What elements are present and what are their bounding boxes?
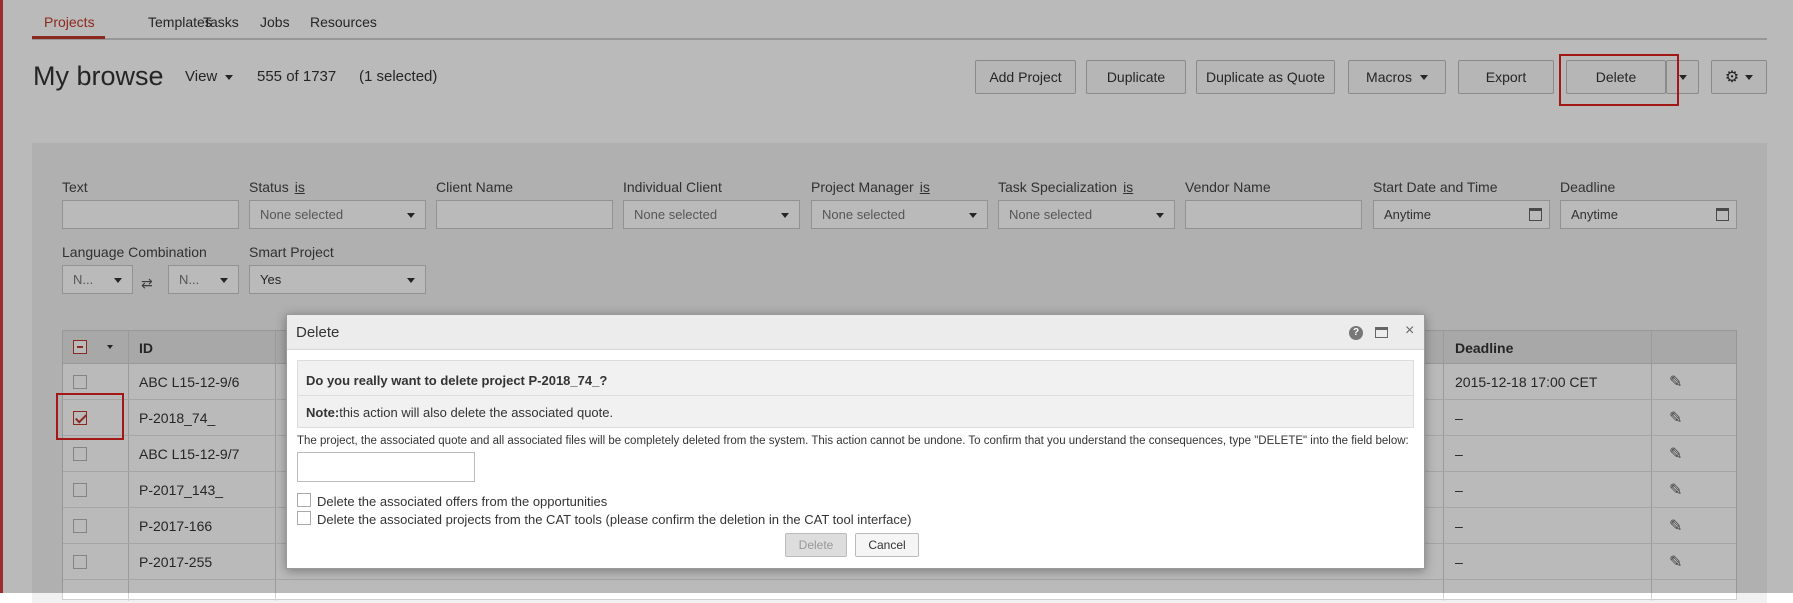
divider: [298, 395, 1413, 396]
warning-message-box: Do you really want to delete project P-2…: [297, 360, 1414, 428]
delete-question: Do you really want to delete project P-2…: [306, 373, 608, 388]
delete-cat-projects-checkbox[interactable]: [297, 511, 311, 525]
note-text: this action will also delete the associa…: [339, 405, 614, 420]
dialog-delete-button[interactable]: Delete: [785, 533, 847, 557]
delete-description: The project, the associated quote and al…: [297, 435, 1409, 447]
dialog-title: Delete: [296, 324, 340, 341]
delete-cat-projects-label: Delete the associated projects from the …: [317, 512, 912, 527]
help-icon[interactable]: ?: [1349, 326, 1363, 340]
maximize-icon[interactable]: [1375, 327, 1388, 338]
dialog-cancel-button[interactable]: Cancel: [855, 533, 919, 557]
left-accent-strip: [0, 0, 3, 593]
confirm-delete-input[interactable]: [297, 452, 475, 482]
delete-dialog: Delete ? × Do you really want to delete …: [286, 314, 1425, 569]
delete-note: Note:this action will also delete the as…: [306, 405, 613, 420]
close-icon[interactable]: ×: [1405, 322, 1414, 340]
app-root: Projects Templates Tasks Jobs Resources …: [0, 0, 1793, 603]
note-label: Note:: [306, 405, 340, 420]
dialog-title-bar: Delete ? ×: [287, 315, 1424, 350]
delete-offers-label: Delete the associated offers from the op…: [317, 494, 608, 509]
delete-offers-checkbox[interactable]: [297, 493, 311, 507]
